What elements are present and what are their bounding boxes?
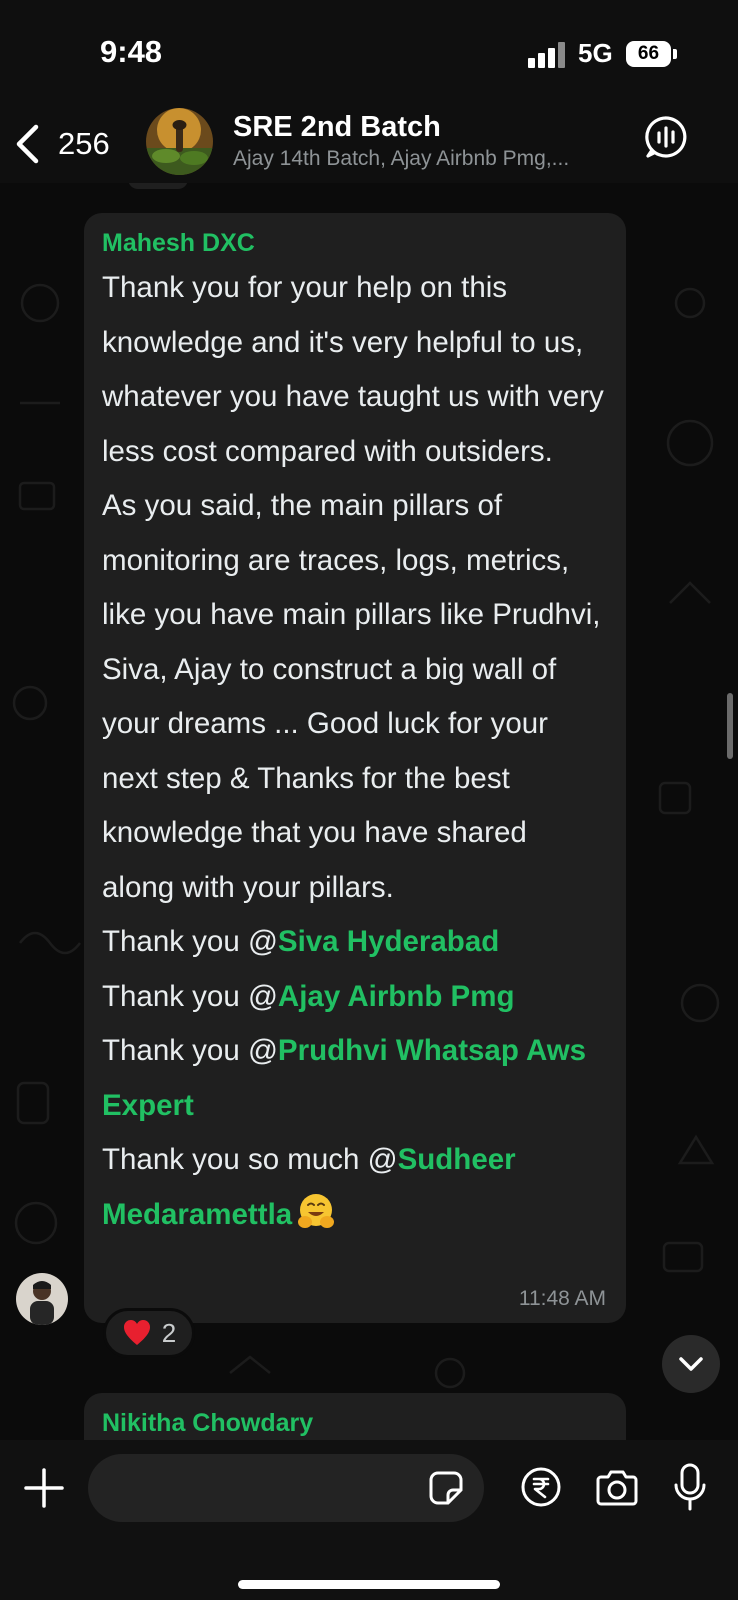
previous-message-edge — [128, 183, 188, 189]
scrollbar-thumb[interactable] — [727, 693, 733, 759]
reaction-badge[interactable]: 2 — [103, 1308, 195, 1358]
message-input[interactable] — [88, 1454, 484, 1522]
message-paragraph: Thank you for your help on this knowledg… — [102, 271, 604, 468]
microphone-icon[interactable] — [672, 1462, 708, 1512]
unread-count: 256 — [58, 126, 110, 161]
thanks-line: Thank you @Siva Hyderabad — [102, 915, 606, 970]
chevron-left-icon — [16, 124, 39, 164]
scroll-to-bottom-button[interactable] — [662, 1335, 720, 1393]
message-text: Thank you for your help on this knowledg… — [102, 261, 606, 1242]
status-bar: 9:48 5G 66 — [0, 0, 738, 105]
heart-icon — [123, 1320, 150, 1345]
rupee-payment-icon[interactable] — [520, 1466, 562, 1508]
thanks-prefix: Thank you so much @ — [102, 1143, 398, 1176]
composer-bar — [0, 1440, 738, 1600]
network-type: 5G — [578, 38, 613, 68]
chat-header: 256 SRE 2nd Batch Ajay 14th Batch, Ajay … — [0, 105, 738, 183]
back-button[interactable]: 256 — [14, 121, 134, 167]
mention-link[interactable]: Ajay Airbnb Pmg — [278, 980, 515, 1013]
sender-avatar[interactable] — [16, 1273, 68, 1325]
battery-icon: 66 — [626, 41, 671, 67]
camera-icon[interactable] — [594, 1468, 640, 1508]
chevron-down-icon — [679, 1357, 703, 1371]
thanks-prefix: Thank you @ — [102, 979, 278, 1013]
group-name[interactable]: SRE 2nd Batch — [233, 111, 441, 144]
message-sender[interactable]: Nikitha Chowdary — [102, 1405, 606, 1440]
signal-icon — [528, 42, 568, 68]
thanks-prefix: Thank you @ — [102, 925, 278, 958]
message-bubble[interactable]: Mahesh DXC Thank you for your help on th… — [84, 213, 626, 1323]
message-bubble[interactable]: Nikitha Chowdary — [84, 1393, 626, 1440]
chat-area[interactable]: Mahesh DXC Thank you for your help on th… — [0, 183, 738, 1440]
voice-chat-icon[interactable] — [644, 115, 688, 159]
message-paragraph: As you said, the main pillars of monitor… — [102, 489, 601, 904]
status-time: 9:48 — [100, 34, 163, 69]
thanks-prefix: Thank you @ — [102, 1034, 278, 1067]
thanks-line: Thank you so much @Sudheer Medaramettla — [102, 1133, 606, 1242]
message-time: 11:48 AM — [518, 1287, 606, 1310]
group-avatar[interactable] — [146, 108, 213, 175]
hugging-face-emoji-icon — [298, 1193, 335, 1228]
battery-tip — [673, 49, 677, 59]
sticker-icon[interactable] — [428, 1470, 464, 1506]
mention-link[interactable]: Siva Hyderabad — [278, 925, 499, 958]
plus-icon[interactable] — [22, 1466, 66, 1510]
group-members[interactable]: Ajay 14th Batch, Ajay Airbnb Pmg,... — [233, 147, 613, 171]
reaction-count: 2 — [161, 1317, 177, 1348]
message-sender[interactable]: Mahesh DXC — [102, 225, 606, 261]
thanks-line: Thank you @Ajay Airbnb Pmg — [102, 970, 606, 1025]
home-indicator[interactable] — [238, 1580, 500, 1589]
thanks-line: Thank you @Prudhvi Whatsap Aws Expert — [102, 1024, 606, 1133]
